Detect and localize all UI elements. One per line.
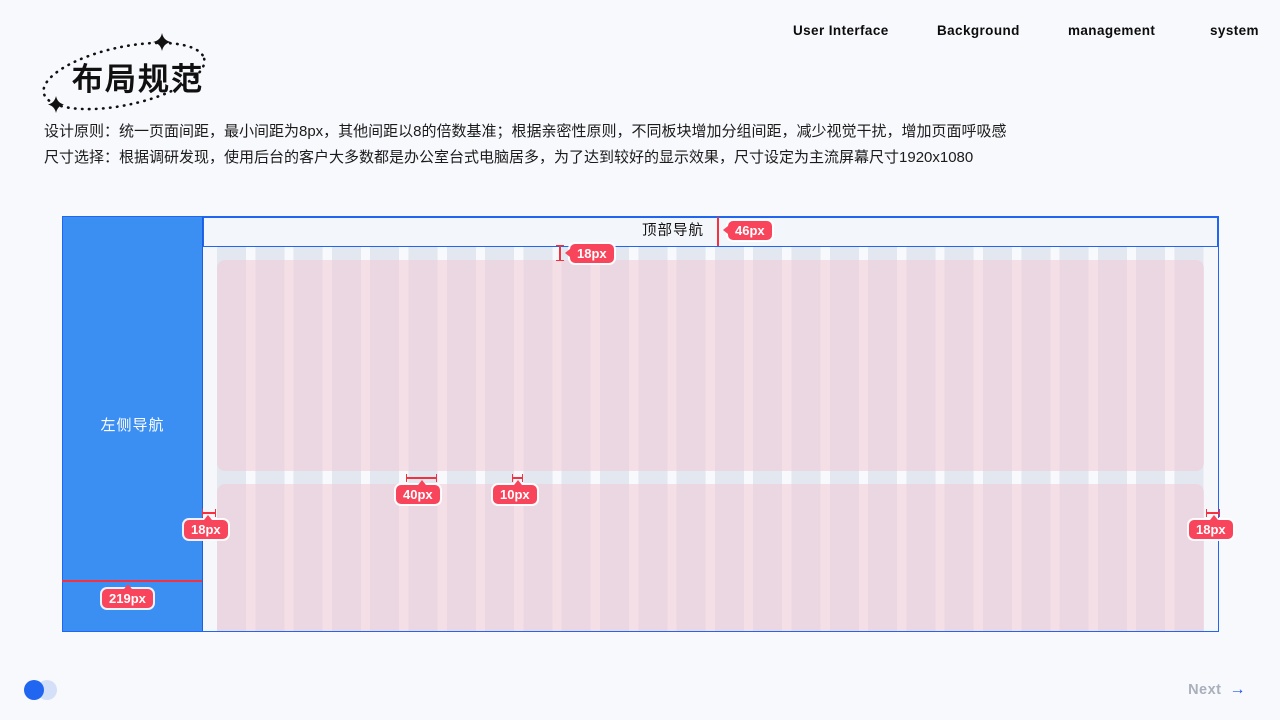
content-block-row-1 xyxy=(217,260,1204,471)
next-label: Next xyxy=(1188,682,1221,698)
principle-line-size: 尺寸选择：根据调研发现，使用后台的客户大多数都是办公室台式电脑居多，为了达到较好… xyxy=(44,145,1194,171)
column-grid xyxy=(217,247,1204,631)
next-button[interactable]: Next → xyxy=(1188,681,1246,699)
wireframe-left-nav: 左侧导航 xyxy=(63,217,203,631)
left-nav-label: 左侧导航 xyxy=(100,414,164,435)
header-word-background: Background xyxy=(937,23,1020,38)
layout-wireframe: 左侧导航 顶部导航 xyxy=(62,216,1219,632)
header-word-user-interface: User Interface xyxy=(793,23,889,38)
arrow-right-icon: → xyxy=(1230,681,1247,698)
principle-line-spacing: 设计原则：统一页面间距，最小间距为8px，其他间距以8的倍数基准；根据亲密性原则… xyxy=(44,119,1194,145)
design-principles-paragraph: 设计原则：统一页面间距，最小间距为8px，其他间距以8的倍数基准；根据亲密性原则… xyxy=(44,119,1194,171)
wireframe-top-nav: 顶部导航 xyxy=(203,217,1218,247)
page-title-group: 布局规范 xyxy=(38,28,218,123)
slide-layout-spec: 布局规范 User Interface Background managemen… xyxy=(0,0,1280,720)
wireframe-content-area xyxy=(203,247,1218,631)
page-title: 布局规范 xyxy=(72,54,204,99)
pagination-dot-active[interactable] xyxy=(24,680,44,700)
content-block-row-2 xyxy=(217,484,1204,632)
top-nav-label: 顶部导航 xyxy=(642,218,704,245)
header-word-system: system xyxy=(1210,23,1259,38)
header-word-management: management xyxy=(1068,23,1155,38)
